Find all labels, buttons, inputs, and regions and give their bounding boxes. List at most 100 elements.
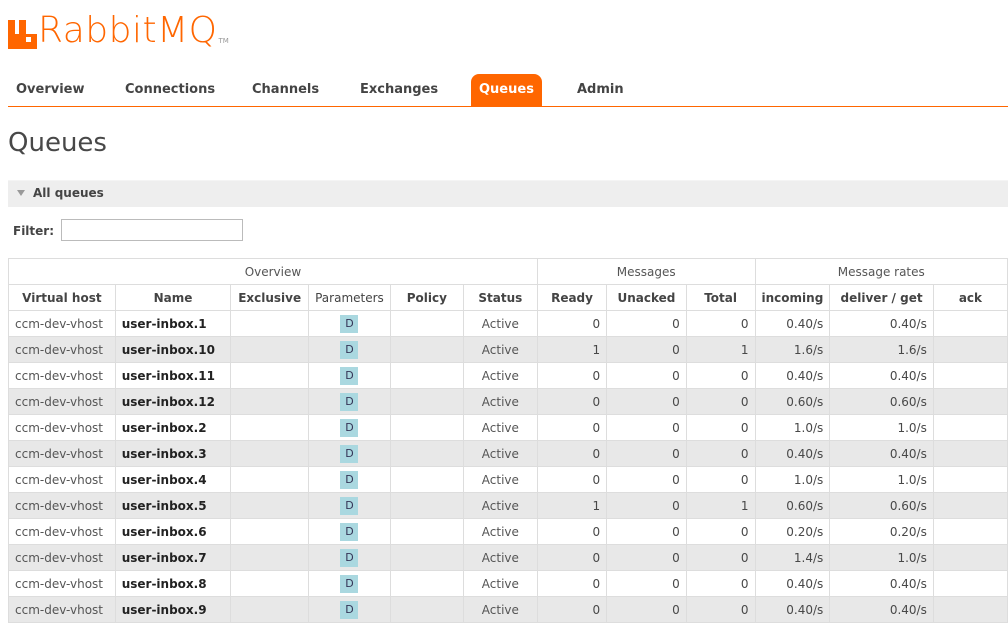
- queues-table: Overview Messages Message rates Virtual …: [8, 258, 1008, 623]
- unacked-count: 0: [606, 466, 687, 493]
- col-name[interactable]: Name: [114, 284, 232, 311]
- unacked-count: 0: [606, 310, 687, 337]
- table-row[interactable]: ccm-dev-vhost user-inbox.3 D Active 0 0 0 0.40/…: [8, 440, 1008, 467]
- ack-rate: [932, 596, 1008, 623]
- ready-count: 0: [536, 518, 608, 545]
- exclusive-cell: [230, 596, 310, 623]
- status-cell: Active: [462, 466, 538, 493]
- col-deliver-get[interactable]: deliver / get: [829, 284, 934, 311]
- queue-name-link[interactable]: user-inbox.5: [114, 492, 232, 519]
- queue-name-link[interactable]: user-inbox.11: [114, 362, 232, 389]
- policy-cell: [389, 544, 464, 571]
- table-row[interactable]: ccm-dev-vhost user-inbox.8 D Active 0 0 0 0.40/…: [8, 570, 1008, 597]
- durable-badge: D: [340, 340, 359, 359]
- collapse-triangle-icon: [17, 190, 25, 196]
- queue-name-link[interactable]: user-inbox.3: [114, 440, 232, 467]
- col-ack[interactable]: ack: [932, 284, 1008, 311]
- total-count: 0: [685, 596, 756, 623]
- table-row[interactable]: ccm-dev-vhost user-inbox.10 D Active 1 0 1 1.6/…: [8, 336, 1008, 363]
- incoming-rate: 0.60/s: [754, 492, 831, 519]
- virtual-host-cell: ccm-dev-vhost: [8, 466, 116, 493]
- durable-badge: D: [340, 600, 359, 619]
- durable-badge: D: [340, 522, 359, 541]
- queue-name-link[interactable]: user-inbox.6: [114, 518, 232, 545]
- table-row[interactable]: ccm-dev-vhost user-inbox.4 D Active 0 0 0 1.0/s…: [8, 466, 1008, 493]
- durable-badge: D: [340, 470, 359, 489]
- queue-name-link[interactable]: user-inbox.7: [114, 544, 232, 571]
- col-exclusive[interactable]: Exclusive: [230, 284, 310, 311]
- parameters-cell: D: [308, 596, 391, 623]
- col-unacked[interactable]: Unacked: [606, 284, 687, 311]
- col-ready[interactable]: Ready: [536, 284, 608, 311]
- tab-overview[interactable]: Overview: [8, 74, 93, 106]
- deliver-get-rate: 0.40/s: [829, 310, 934, 337]
- table-row[interactable]: ccm-dev-vhost user-inbox.6 D Active 0 0 0 0.20/…: [8, 518, 1008, 545]
- col-incoming[interactable]: incoming: [754, 284, 831, 311]
- table-row[interactable]: ccm-dev-vhost user-inbox.11 D Active 0 0 0 0.40…: [8, 362, 1008, 389]
- total-count: 0: [685, 440, 756, 467]
- tab-exchanges[interactable]: Exchanges: [352, 74, 446, 106]
- table-row[interactable]: ccm-dev-vhost user-inbox.12 D Active 0 0 0 0.60…: [8, 388, 1008, 415]
- ready-count: 0: [536, 596, 608, 623]
- queue-name-link[interactable]: user-inbox.8: [114, 570, 232, 597]
- total-count: 0: [685, 544, 756, 571]
- deliver-get-rate: 1.6/s: [829, 336, 934, 363]
- queue-name-link[interactable]: user-inbox.1: [114, 310, 232, 337]
- tab-connections[interactable]: Connections: [117, 74, 223, 106]
- queue-name-link[interactable]: user-inbox.10: [114, 336, 232, 363]
- virtual-host-cell: ccm-dev-vhost: [8, 336, 116, 363]
- all-queues-section-header[interactable]: All queues: [8, 180, 1008, 207]
- ready-count: 0: [536, 466, 608, 493]
- parameters-cell: D: [308, 362, 391, 389]
- filter-input[interactable]: [61, 219, 243, 241]
- rabbitmq-logo: RabbitMQ TM: [8, 9, 229, 49]
- status-cell: Active: [462, 388, 538, 415]
- table-row[interactable]: ccm-dev-vhost user-inbox.7 D Active 0 0 0 1.4/s…: [8, 544, 1008, 571]
- table-row[interactable]: ccm-dev-vhost user-inbox.2 D Active 0 0 0 1.0/s…: [8, 414, 1008, 441]
- exclusive-cell: [230, 466, 310, 493]
- virtual-host-cell: ccm-dev-vhost: [8, 414, 116, 441]
- table-row[interactable]: ccm-dev-vhost user-inbox.1 D Active 0 0 0 0.40/…: [8, 310, 1008, 337]
- table-row[interactable]: ccm-dev-vhost user-inbox.9 D Active 0 0 0 0.40/…: [8, 596, 1008, 623]
- virtual-host-cell: ccm-dev-vhost: [8, 518, 116, 545]
- total-count: 0: [685, 414, 756, 441]
- durable-badge: D: [340, 418, 359, 437]
- queue-name-link[interactable]: user-inbox.12: [114, 388, 232, 415]
- tab-admin[interactable]: Admin: [569, 74, 632, 106]
- col-status[interactable]: Status: [462, 284, 538, 311]
- parameters-cell: D: [308, 466, 391, 493]
- tab-queues[interactable]: Queues: [471, 74, 542, 106]
- ack-rate: [932, 570, 1008, 597]
- col-virtual-host[interactable]: Virtual host: [8, 284, 116, 311]
- status-cell: Active: [462, 518, 538, 545]
- col-total[interactable]: Total: [685, 284, 756, 311]
- status-cell: Active: [462, 414, 538, 441]
- exclusive-cell: [230, 570, 310, 597]
- deliver-get-rate: 0.20/s: [829, 518, 934, 545]
- policy-cell: [389, 362, 464, 389]
- unacked-count: 0: [606, 492, 687, 519]
- total-count: 0: [685, 310, 756, 337]
- policy-cell: [389, 388, 464, 415]
- queue-name-link[interactable]: user-inbox.2: [114, 414, 232, 441]
- queue-name-link[interactable]: user-inbox.4: [114, 466, 232, 493]
- incoming-rate: 0.40/s: [754, 596, 831, 623]
- policy-cell: [389, 492, 464, 519]
- exclusive-cell: [230, 518, 310, 545]
- tab-channels[interactable]: Channels: [244, 74, 327, 106]
- durable-badge: D: [340, 444, 359, 463]
- unacked-count: 0: [606, 362, 687, 389]
- ack-rate: [932, 492, 1008, 519]
- queue-name-link[interactable]: user-inbox.9: [114, 596, 232, 623]
- app-name: RabbitMQ: [38, 10, 218, 51]
- col-policy[interactable]: Policy: [389, 284, 464, 311]
- durable-badge: D: [340, 392, 359, 411]
- table-row[interactable]: ccm-dev-vhost user-inbox.5 D Active 1 0 1 0.60/…: [8, 492, 1008, 519]
- rabbitmq-logo-icon: [8, 20, 37, 49]
- ready-count: 0: [536, 544, 608, 571]
- deliver-get-rate: 0.60/s: [829, 388, 934, 415]
- incoming-rate: 0.40/s: [754, 440, 831, 467]
- durable-badge: D: [340, 574, 359, 593]
- total-count: 0: [685, 518, 756, 545]
- policy-cell: [389, 440, 464, 467]
